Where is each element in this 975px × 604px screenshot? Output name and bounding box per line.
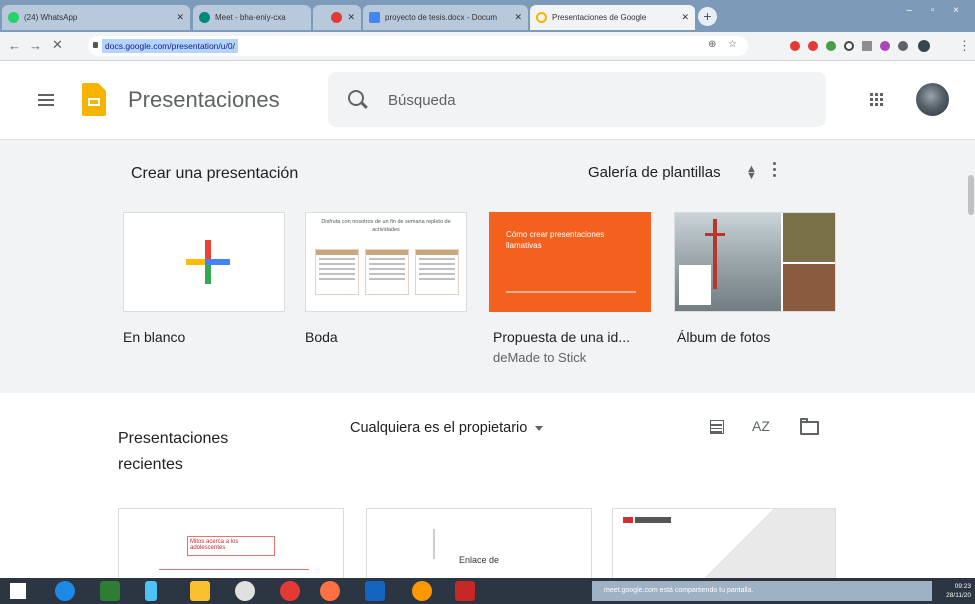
more-options-icon[interactable] — [773, 162, 777, 180]
nature-photo — [783, 264, 835, 311]
browser-tab-docs[interactable]: proyecto de tesis.docx - Docum ✕ — [363, 5, 528, 30]
plus-icon — [186, 240, 230, 284]
record-icon — [331, 12, 342, 23]
slides-logo-icon[interactable] — [82, 83, 106, 116]
search-icon[interactable] — [348, 90, 364, 106]
browser-tab-recording[interactable]: ✕ — [313, 5, 361, 30]
template-gallery-button[interactable]: Galería de plantillas — [588, 164, 721, 181]
extension-icon[interactable] — [790, 41, 800, 51]
browser-tab-meet[interactable]: Meet - bha-eniy-cxa — [193, 5, 311, 30]
tab-label: (24) WhatsApp — [24, 13, 78, 22]
meet-icon — [199, 12, 210, 23]
app-icon[interactable] — [235, 581, 255, 601]
docs-icon — [369, 12, 380, 23]
window-controls[interactable]: – ▫ × — [906, 5, 967, 16]
dropdown-arrow-icon — [535, 425, 544, 431]
url-text[interactable]: docs.google.com/presentation/u/0/ — [102, 39, 238, 53]
forward-icon[interactable]: → — [29, 38, 42, 53]
new-tab-button[interactable]: + — [698, 7, 717, 26]
extension-icon[interactable] — [844, 41, 854, 51]
extension-icon[interactable] — [862, 41, 872, 51]
close-tab-icon[interactable]: ✕ — [514, 5, 522, 30]
recent-doc-card[interactable] — [612, 508, 836, 578]
acrobat-icon[interactable] — [455, 581, 475, 601]
google-apps-icon[interactable] — [870, 93, 884, 107]
chrome-icon[interactable] — [320, 581, 340, 601]
recent-doc-card[interactable]: Enlace de — [366, 508, 592, 578]
expand-collapse-icon[interactable]: ▲ ▼ — [746, 164, 757, 182]
template-label[interactable]: Álbum de fotos — [677, 329, 770, 345]
main-menu-icon[interactable] — [38, 94, 54, 106]
tab-label: proyecto de tesis.docx - Docum — [385, 13, 498, 22]
url-field[interactable]: docs.google.com/presentation/u/0/ ☆ ⊕ — [88, 36, 748, 56]
owner-filter-label: Cualquiera es el propietario — [350, 420, 528, 436]
browser-menu-icon[interactable]: ⋮ — [958, 38, 971, 54]
template-preview-text: Disfruta con nosotros de un fin de seman… — [321, 219, 451, 233]
zoom-icon[interactable]: ⊕ — [708, 39, 716, 50]
close-tab-icon[interactable]: ✕ — [681, 5, 689, 30]
loading-icon — [536, 12, 547, 23]
doc-preview-text: Mitos acerca a los adolescentes — [187, 536, 275, 556]
star-icon[interactable]: ☆ — [728, 39, 737, 50]
chrome-icon[interactable] — [280, 581, 300, 601]
stop-loading-icon[interactable]: ✕ — [52, 37, 63, 53]
list-view-icon[interactable] — [710, 420, 724, 434]
gallery-title: Crear una presentación — [131, 165, 299, 182]
search-bar[interactable] — [328, 72, 826, 127]
doc-preview-text: Enlace de — [459, 555, 500, 565]
phone-icon[interactable] — [145, 581, 157, 601]
clock-time: 09:23 — [954, 583, 971, 590]
close-tab-icon[interactable]: ✕ — [347, 5, 355, 30]
tab-label: Presentaciones de Google — [552, 13, 647, 22]
os-taskbar: meet.google.com está compartiendo tu pan… — [0, 578, 975, 604]
search-input[interactable] — [386, 88, 790, 112]
lock-icon — [93, 42, 98, 48]
page-scrollbar[interactable] — [968, 175, 974, 215]
template-blank[interactable] — [123, 212, 285, 312]
browser-address-bar: ← → ✕ docs.google.com/presentation/u/0/ … — [0, 32, 975, 61]
template-boda[interactable]: Disfruta con nosotros de un fin de seman… — [305, 212, 467, 312]
browser-tab-whatsapp[interactable]: (24) WhatsApp ✕ — [2, 5, 190, 30]
extension-icon[interactable] — [880, 41, 890, 51]
account-avatar[interactable] — [916, 83, 949, 116]
recent-title: Presentaciones recientes — [118, 430, 229, 473]
template-sublabel: deMade to Stick — [493, 350, 587, 365]
template-photo-album[interactable] — [674, 212, 836, 312]
excel-icon[interactable] — [100, 581, 120, 601]
clock-date: 28/11/20 — [946, 592, 971, 599]
template-proposal[interactable]: Cómo crear presentaciones llamativas — [489, 212, 651, 312]
back-icon[interactable]: ← — [8, 38, 21, 53]
template-preview-text: Cómo crear presentaciones llamativas — [506, 230, 605, 250]
whatsapp-icon — [8, 12, 19, 23]
owner-filter-dropdown[interactable]: Cualquiera es el propietario — [350, 420, 544, 436]
extension-icon[interactable] — [808, 41, 818, 51]
app-header: Presentaciones — [0, 61, 975, 140]
system-clock[interactable]: 09:23 28/11/20 — [946, 582, 971, 600]
edge-icon[interactable] — [55, 581, 75, 601]
word-icon[interactable] — [365, 581, 385, 601]
extensions-puzzle-icon[interactable] — [898, 41, 908, 51]
recent-doc-card[interactable]: Mitos acerca a los adolescentes — [118, 508, 344, 578]
tab-label: Meet - bha-eniy-cxa — [215, 13, 286, 22]
app-title[interactable]: Presentaciones — [128, 87, 280, 113]
sort-az-icon[interactable]: AZ — [752, 418, 770, 434]
template-label[interactable]: En blanco — [123, 329, 185, 345]
extension-icon[interactable] — [826, 41, 836, 51]
close-tab-icon[interactable]: ✕ — [176, 5, 184, 30]
screen-share-notification[interactable]: meet.google.com está compartiendo tu pan… — [592, 581, 932, 601]
folder-picker-icon[interactable] — [800, 418, 819, 435]
template-label[interactable]: Propuesta de una id... — [493, 329, 630, 345]
nature-photo — [783, 213, 835, 262]
firefox-icon[interactable] — [412, 581, 432, 601]
template-label[interactable]: Boda — [305, 329, 338, 345]
profile-icon[interactable] — [918, 40, 930, 52]
browser-tab-slides[interactable]: Presentaciones de Google ✕ — [530, 5, 695, 30]
template-gallery: Crear una presentación Galería de planti… — [0, 140, 975, 393]
file-explorer-icon[interactable] — [190, 581, 210, 601]
browser-tab-bar: (24) WhatsApp ✕ Meet - bha-eniy-cxa ✕ pr… — [0, 0, 975, 32]
windows-start-icon[interactable] — [10, 583, 26, 599]
